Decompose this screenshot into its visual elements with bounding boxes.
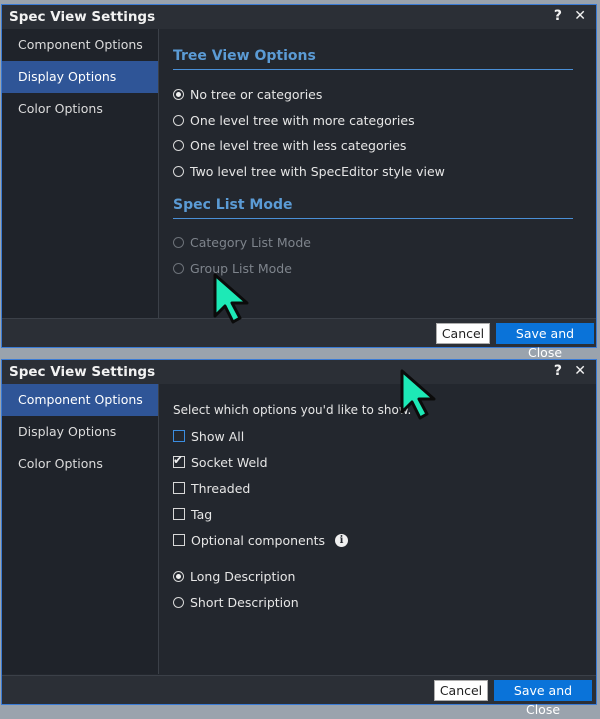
radio-no-tree[interactable]: No tree or categories	[173, 85, 322, 103]
checkbox-tag[interactable]: Tag	[173, 505, 212, 523]
help-button[interactable]: ?	[554, 363, 562, 379]
checkbox-label: Tag	[191, 506, 213, 522]
checkbox-icon	[173, 508, 185, 520]
spec-list-mode-heading: Spec List Mode	[173, 197, 293, 213]
radio-label: No tree or categories	[190, 86, 323, 102]
sidebar-item-component-options[interactable]: Component Options	[2, 384, 158, 416]
sidebar-item-color-options[interactable]: Color Options	[2, 448, 158, 480]
options-sidebar: Component Options Display Options Color …	[2, 29, 159, 319]
options-sidebar: Component Options Display Options Color …	[2, 384, 159, 674]
radio-label: One level tree with more categories	[190, 112, 415, 128]
sidebar-item-display-options[interactable]: Display Options	[2, 61, 158, 93]
save-and-close-button[interactable]: Save and Close	[494, 680, 592, 717]
radio-category-list-mode: Category List Mode	[173, 233, 311, 251]
radio-selected-icon	[173, 88, 184, 100]
checkbox-icon	[173, 482, 185, 494]
radio-one-level-less[interactable]: One level tree with less categories	[173, 136, 406, 154]
mouse-pointer-icon	[213, 273, 249, 324]
radio-icon	[173, 596, 184, 608]
save-and-close-button[interactable]: Save and Close	[496, 323, 594, 360]
dialog-footer: Cancel Save and Close	[2, 318, 596, 360]
radio-label: Short Description	[190, 594, 299, 610]
close-button[interactable]: ✕	[574, 8, 586, 24]
radio-icon	[173, 165, 184, 177]
radio-label: Long Description	[190, 568, 296, 584]
radio-selected-icon	[173, 570, 184, 582]
radio-two-level[interactable]: Two level tree with SpecEditor style vie…	[173, 162, 445, 180]
checkbox-show-all[interactable]: Show All	[173, 427, 244, 445]
help-button[interactable]: ?	[554, 8, 562, 24]
sidebar-item-component-options[interactable]: Component Options	[2, 29, 158, 61]
spec-view-settings-dialog-component: Spec View Settings ? ✕ Component Options…	[1, 359, 597, 717]
spec-view-settings-dialog-display: Spec View Settings ? ✕ Component Options…	[1, 4, 597, 360]
checkbox-label: Show All	[191, 428, 245, 444]
mouse-pointer-icon	[400, 369, 436, 420]
radio-label: Category List Mode	[190, 234, 311, 250]
close-button[interactable]: ✕	[574, 363, 586, 379]
checkbox-icon	[173, 430, 185, 442]
section-divider	[173, 69, 573, 70]
radio-icon	[173, 114, 184, 126]
radio-long-description[interactable]: Long Description	[173, 567, 295, 585]
info-icon[interactable]: i	[335, 533, 349, 547]
options-intro-text: Select which options you'd like to show.	[173, 403, 412, 417]
radio-short-description[interactable]: Short Description	[173, 593, 299, 611]
checkbox-checked-icon: ✔	[173, 453, 185, 468]
checkbox-label: Optional components	[191, 532, 326, 548]
radio-icon	[173, 236, 184, 248]
radio-one-level-more[interactable]: One level tree with more categories	[173, 111, 415, 129]
checkbox-icon	[173, 534, 185, 546]
radio-icon	[173, 262, 184, 274]
sidebar-item-display-options[interactable]: Display Options	[2, 416, 158, 448]
dialog-title: Spec View Settings	[9, 364, 156, 380]
checkbox-threaded[interactable]: Threaded	[173, 479, 250, 497]
sidebar-item-color-options[interactable]: Color Options	[2, 93, 158, 125]
dialog-title: Spec View Settings	[9, 9, 156, 25]
checkbox-socket-weld[interactable]: ✔ Socket Weld	[173, 453, 268, 471]
checkbox-optional-components[interactable]: Optional components i	[173, 531, 349, 549]
cancel-button[interactable]: Cancel	[436, 323, 490, 344]
radio-icon	[173, 139, 184, 151]
checkbox-label: Threaded	[191, 480, 251, 496]
radio-label: Two level tree with SpecEditor style vie…	[190, 163, 445, 179]
title-bar: Spec View Settings ? ✕	[2, 5, 596, 29]
tree-view-options-heading: Tree View Options	[173, 48, 316, 64]
title-bar: Spec View Settings ? ✕	[2, 360, 596, 384]
checkbox-label: Socket Weld	[191, 454, 268, 470]
cancel-button[interactable]: Cancel	[434, 680, 488, 701]
radio-label: One level tree with less categories	[190, 137, 407, 153]
section-divider	[173, 218, 573, 219]
dialog-footer: Cancel Save and Close	[2, 675, 596, 717]
